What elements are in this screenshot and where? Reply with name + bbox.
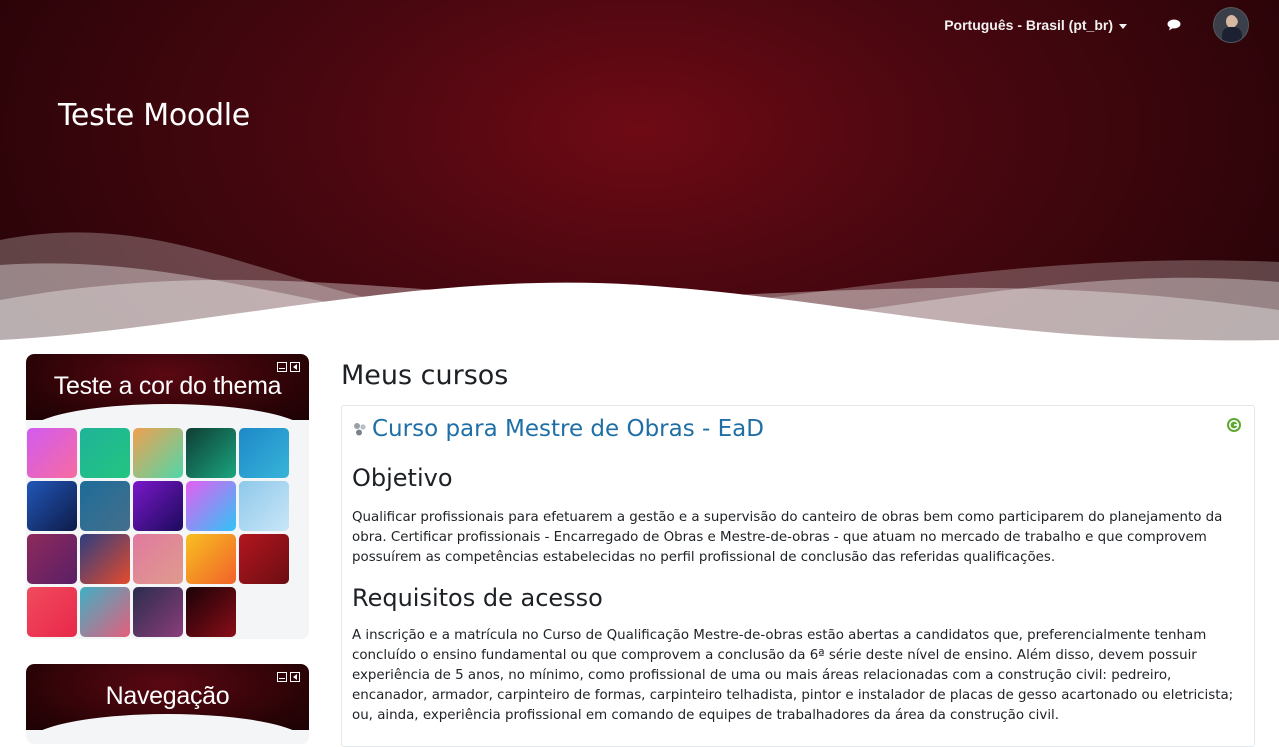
course-icon	[354, 423, 366, 436]
color-swatch[interactable]	[27, 481, 77, 531]
caret-down-icon	[1119, 23, 1127, 29]
color-swatch[interactable]	[80, 481, 130, 531]
color-swatch[interactable]	[80, 534, 130, 584]
top-navbar: Português - Brasil (pt_br)	[944, 7, 1249, 43]
color-swatch-grid	[26, 420, 309, 637]
block-title: Teste a cor do thema	[53, 372, 282, 400]
color-swatch[interactable]	[133, 587, 183, 637]
color-swatch[interactable]	[186, 481, 236, 531]
color-swatch[interactable]	[239, 534, 289, 584]
color-swatch[interactable]	[239, 428, 289, 478]
navigation-block: Navegação	[26, 664, 309, 744]
dock-icon[interactable]	[290, 672, 300, 682]
page-title: Meus cursos	[341, 360, 509, 391]
block-controls	[277, 362, 300, 372]
color-swatch[interactable]	[133, 534, 183, 584]
color-swatch[interactable]	[27, 587, 77, 637]
color-swatch[interactable]	[239, 481, 289, 531]
color-swatch[interactable]	[186, 587, 236, 637]
section-heading: Requisitos de acesso	[352, 584, 603, 612]
color-swatch[interactable]	[80, 428, 130, 478]
section-text: A inscrição e a matrícula no Curso de Qu…	[352, 628, 1234, 723]
color-swatch[interactable]	[27, 534, 77, 584]
course-card: Curso para Mestre de Obras - EaD Objetiv…	[341, 405, 1255, 747]
course-name: Curso para Mestre de Obras - EaD	[372, 416, 764, 442]
color-swatch[interactable]	[186, 534, 236, 584]
self-enrolment-icon[interactable]	[1226, 417, 1242, 433]
theme-color-block: Teste a cor do thema	[26, 354, 309, 639]
section-heading: Objetivo	[352, 464, 453, 492]
user-avatar[interactable]	[1213, 7, 1249, 43]
color-swatch[interactable]	[27, 428, 77, 478]
block-title: Navegação	[105, 682, 230, 710]
site-title: Teste Moodle	[58, 98, 250, 133]
dock-icon[interactable]	[290, 362, 300, 372]
message-bubble-icon[interactable]	[1167, 18, 1183, 32]
color-swatch[interactable]	[80, 587, 130, 637]
section-text: Qualificar profissionais para efetuarem …	[352, 510, 1223, 565]
block-header: Teste a cor do thema	[26, 354, 309, 434]
language-menu[interactable]: Português - Brasil (pt_br)	[944, 17, 1127, 33]
language-menu-label: Português - Brasil (pt_br)	[944, 17, 1113, 33]
color-swatch[interactable]	[133, 428, 183, 478]
color-swatch[interactable]	[186, 428, 236, 478]
collapse-icon[interactable]	[277, 362, 287, 372]
collapse-icon[interactable]	[277, 672, 287, 682]
page-header: Português - Brasil (pt_br) Teste Moodle	[0, 0, 1279, 345]
color-swatch[interactable]	[133, 481, 183, 531]
block-controls	[277, 672, 300, 682]
block-header: Navegação	[26, 664, 309, 744]
course-link[interactable]: Curso para Mestre de Obras - EaD	[352, 416, 764, 442]
header-waves	[0, 232, 1279, 345]
